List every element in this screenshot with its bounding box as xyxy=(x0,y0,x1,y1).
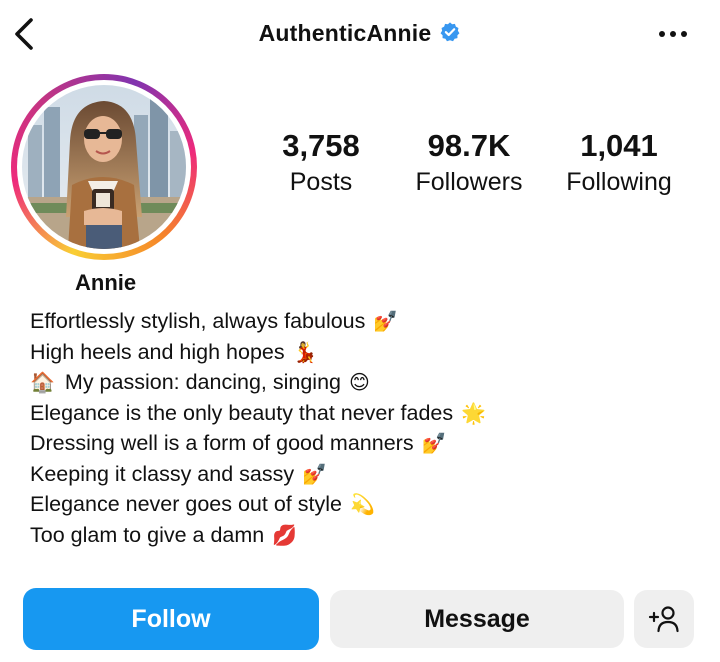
username-title: AuthenticAnnie xyxy=(0,20,720,47)
profile-photo xyxy=(22,85,186,249)
dizzy-emoji: 💫 xyxy=(349,492,375,516)
verified-badge-icon xyxy=(440,21,460,41)
story-ring[interactable] xyxy=(11,74,197,260)
bio-line: Elegance is the only beauty that never f… xyxy=(30,398,486,429)
bio-text: Elegance is the only beauty that never f… xyxy=(30,400,454,425)
posts-count: 3,758 xyxy=(282,128,360,163)
bio-line: Elegance never goes out of style 💫 xyxy=(30,489,486,520)
bio-text: Elegance never goes out of style xyxy=(30,492,342,516)
bio-text: My passion: dancing, singing xyxy=(64,370,341,394)
profile-actions: Follow Message xyxy=(0,588,720,650)
house-emoji: 🏠 xyxy=(30,370,55,394)
bio: Effortlessly stylish, always fabulous 💅 H… xyxy=(30,306,486,550)
posts-label: Posts xyxy=(289,168,353,196)
following-count: 1,041 xyxy=(580,128,658,163)
dancer-emoji: 💃 xyxy=(292,339,318,364)
bio-line: Effortlessly stylish, always fabulous 💅 xyxy=(30,306,486,337)
bio-line: 🏠 My passion: dancing, singing 😊 xyxy=(30,367,486,398)
display-name: Annie xyxy=(75,270,137,295)
followers-count: 98.7K xyxy=(427,128,511,163)
glowing-star-emoji: 🌟 xyxy=(461,400,487,425)
profile-header: AuthenticAnnie xyxy=(0,0,720,72)
bio-line: Keeping it classy and sassy 💅 xyxy=(30,459,486,490)
bio-line: Too glam to give a damn 💋 xyxy=(30,520,486,551)
suggest-users-button[interactable] xyxy=(634,590,694,648)
stat-posts[interactable]: 3,758 Posts xyxy=(266,128,376,198)
bio-line: Dressing well is a form of good manners 💅 xyxy=(30,428,486,459)
avatar[interactable] xyxy=(22,85,186,249)
add-person-icon xyxy=(648,606,679,633)
bio-text: Effortlessly stylish, always fabulous xyxy=(30,309,366,333)
message-button[interactable]: Message xyxy=(330,590,624,648)
bio-text: Dressing well is a form of good manners xyxy=(30,431,414,455)
nail-polish-emoji: 💅 xyxy=(373,309,399,333)
bio-text: Keeping it classy and sassy xyxy=(30,461,295,486)
kiss-mark-emoji: 💋 xyxy=(272,522,298,547)
smiling-face-emoji: 😊 xyxy=(348,370,370,394)
stat-following[interactable]: 1,041 Following xyxy=(556,128,682,198)
followers-label: Followers xyxy=(415,168,523,196)
bio-line: High heels and high hopes 💃 xyxy=(30,337,486,368)
nail-polish-emoji: 💅 xyxy=(421,431,447,455)
stat-followers[interactable]: 98.7K Followers xyxy=(404,128,534,198)
nail-polish-emoji: 💅 xyxy=(302,461,328,486)
following-label: Following xyxy=(566,168,672,196)
bio-text: Too glam to give a damn xyxy=(30,522,265,547)
follow-button[interactable]: Follow xyxy=(23,588,319,650)
bio-text: High heels and high hopes xyxy=(30,339,285,364)
more-horizontal-icon xyxy=(659,31,687,37)
username: AuthenticAnnie xyxy=(258,20,432,46)
more-options-button[interactable] xyxy=(656,22,690,46)
